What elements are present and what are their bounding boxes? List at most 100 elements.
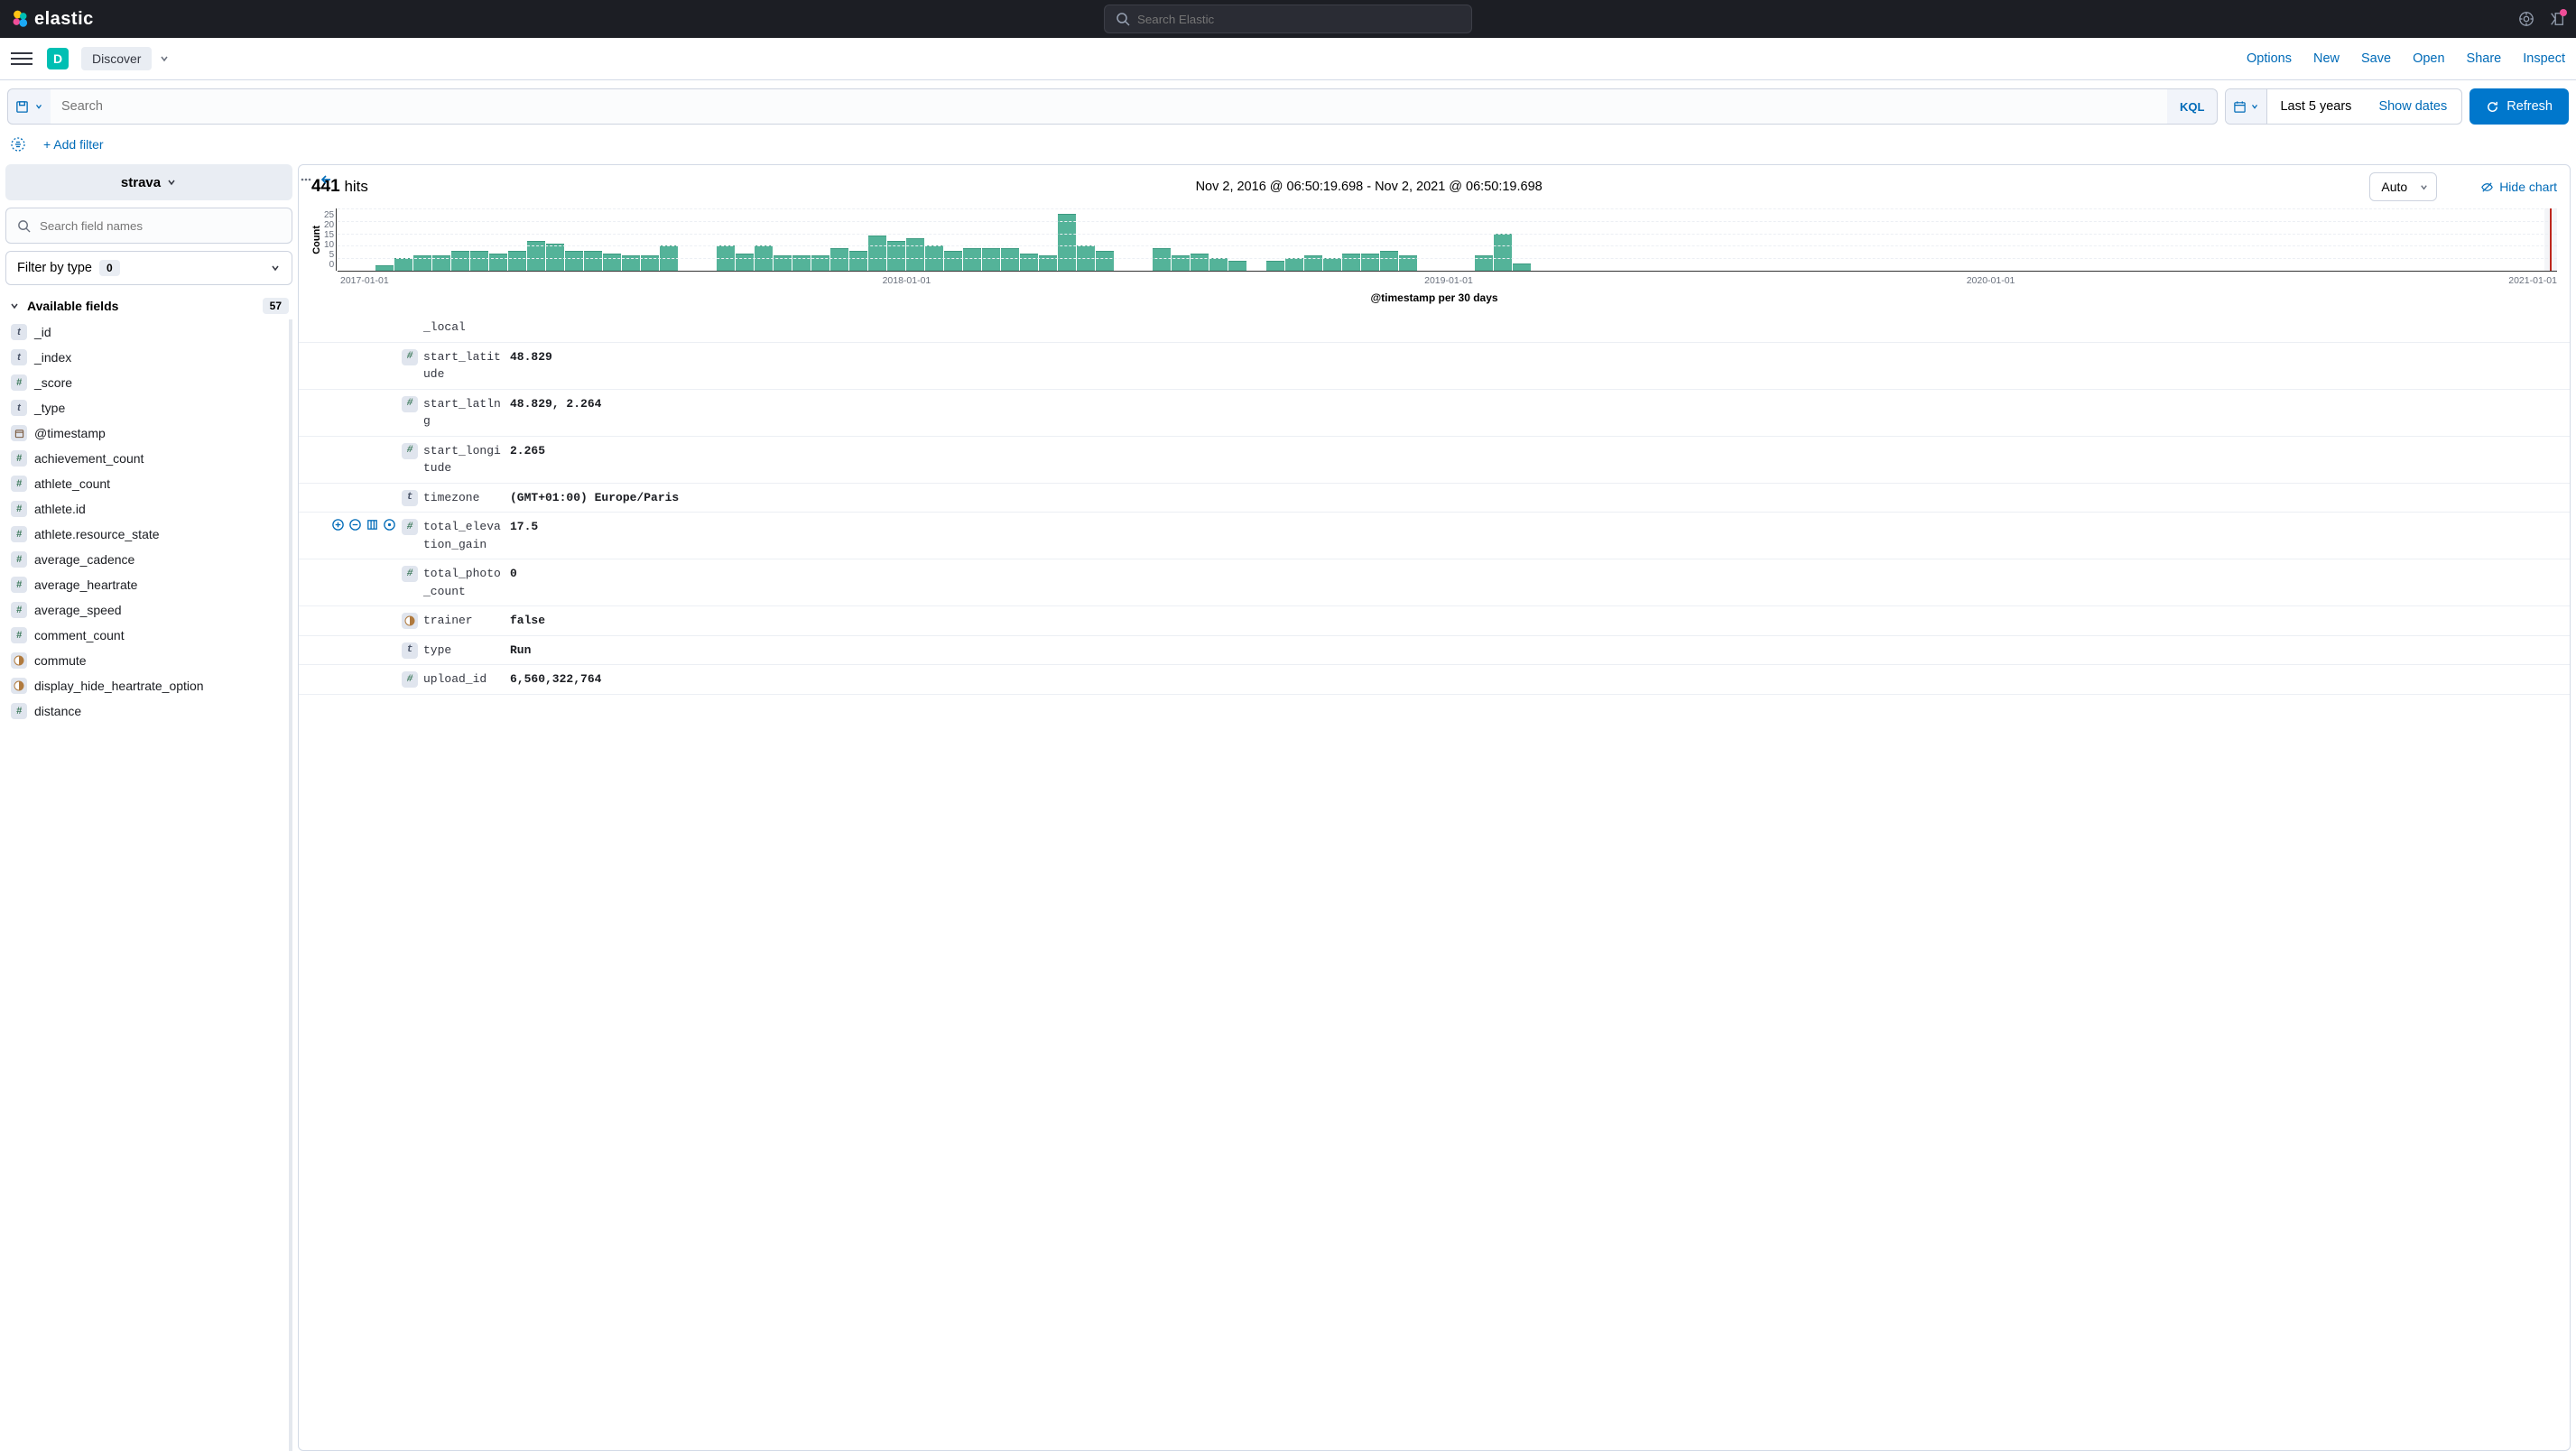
chart-bar[interactable] — [508, 251, 526, 271]
chart-bar[interactable] — [1209, 258, 1228, 271]
newsfeed-icon[interactable] — [2549, 11, 2565, 27]
chart-bar[interactable] — [1001, 248, 1019, 271]
exists-icon[interactable] — [383, 518, 396, 531]
row-actions — [322, 395, 402, 430]
chart-bar[interactable] — [489, 254, 507, 271]
refresh-button[interactable]: Refresh — [2469, 88, 2569, 125]
field-type-icon: t — [402, 642, 418, 660]
chart-bar[interactable] — [470, 251, 488, 271]
chart-bar[interactable] — [1380, 251, 1398, 271]
hide-chart-label: Hide chart — [2499, 180, 2557, 194]
hide-chart-button[interactable]: Hide chart — [2480, 180, 2557, 194]
chart-bar[interactable] — [1494, 234, 1512, 271]
chart-bar[interactable] — [375, 265, 394, 271]
chart-bar[interactable] — [565, 251, 583, 271]
interval-select[interactable]: Auto — [2369, 172, 2437, 201]
chart-bars[interactable] — [338, 208, 2557, 272]
field-key: upload_id — [418, 670, 501, 689]
logo[interactable]: elastic — [11, 9, 94, 30]
chart-bar[interactable] — [1058, 214, 1076, 271]
chart-bar[interactable] — [1096, 251, 1114, 271]
chart-bar[interactable] — [830, 248, 848, 271]
field-item[interactable]: #distance — [5, 698, 285, 724]
field-item[interactable]: commute — [5, 648, 285, 673]
chart-bar[interactable] — [906, 238, 924, 271]
row-actions — [322, 670, 402, 689]
action-new[interactable]: New — [2313, 51, 2340, 66]
chart-bar[interactable] — [546, 244, 564, 271]
collapse-sidebar-icon[interactable] — [320, 173, 332, 186]
chart-bar[interactable] — [1513, 263, 1531, 271]
chart-bar[interactable] — [1020, 254, 1038, 271]
chart-bar[interactable] — [1266, 261, 1284, 271]
filter-by-type[interactable]: Filter by type 0 — [5, 251, 292, 285]
space-selector[interactable]: D — [47, 48, 69, 69]
nav-toggle[interactable] — [11, 52, 32, 65]
chart-bar[interactable] — [451, 251, 469, 271]
chart-bar[interactable] — [849, 251, 867, 271]
chart-bar[interactable] — [944, 251, 962, 271]
chart-bar[interactable] — [963, 248, 981, 271]
field-item[interactable]: #athlete.id — [5, 496, 285, 522]
field-item[interactable]: #average_cadence — [5, 547, 285, 572]
chart-bar[interactable] — [394, 258, 412, 271]
query-bar: KQL Last 5 years Show dates Refresh — [0, 80, 2576, 125]
query-language-toggle[interactable]: KQL — [2167, 88, 2218, 125]
field-item[interactable]: t_id — [5, 319, 285, 345]
index-pattern-selector[interactable]: strava — [5, 164, 292, 200]
action-options[interactable]: Options — [2247, 51, 2292, 66]
chart-bar[interactable] — [1342, 254, 1360, 271]
filter-for-icon[interactable] — [331, 518, 345, 531]
chart-bar[interactable] — [1323, 258, 1341, 271]
app-title-pill[interactable]: Discover — [81, 47, 152, 70]
action-share[interactable]: Share — [2467, 51, 2502, 66]
date-range-display[interactable]: Last 5 years — [2267, 89, 2364, 124]
chart-bar[interactable] — [736, 254, 754, 271]
chart-bar[interactable] — [1228, 261, 1246, 271]
quick-select-button[interactable] — [2226, 89, 2267, 124]
query-input[interactable] — [51, 88, 2167, 125]
field-item[interactable]: #average_heartrate — [5, 572, 285, 597]
field-item[interactable]: #_score — [5, 370, 285, 395]
field-search-input[interactable] — [40, 219, 281, 233]
action-open[interactable]: Open — [2413, 51, 2444, 66]
field-type-icon: t — [402, 489, 418, 507]
chart-bar[interactable] — [1361, 254, 1379, 271]
saved-query-button[interactable] — [7, 88, 51, 125]
chart-bar[interactable] — [1153, 248, 1171, 271]
field-item[interactable]: #achievement_count — [5, 446, 285, 471]
chart-bar[interactable] — [584, 251, 602, 271]
field-item[interactable]: #athlete.resource_state — [5, 522, 285, 547]
field-key: start_latlng — [418, 395, 501, 430]
filter-options-icon[interactable] — [9, 135, 27, 153]
chart-bar[interactable] — [603, 254, 621, 271]
action-save[interactable]: Save — [2361, 51, 2391, 66]
field-item[interactable]: #average_speed — [5, 597, 285, 623]
global-search[interactable] — [1104, 5, 1472, 33]
field-search[interactable] — [5, 208, 292, 244]
field-name: distance — [34, 704, 81, 718]
field-type-icon: # — [402, 518, 418, 553]
help-icon[interactable] — [2518, 11, 2534, 27]
field-item[interactable]: #comment_count — [5, 623, 285, 648]
field-item[interactable]: display_hide_heartrate_option — [5, 673, 285, 698]
show-dates-button[interactable]: Show dates — [2364, 89, 2461, 124]
global-search-input[interactable] — [1137, 13, 1460, 26]
chart-bar[interactable] — [1191, 254, 1209, 271]
field-item[interactable]: t_type — [5, 395, 285, 421]
field-stats-icon[interactable] — [300, 173, 312, 186]
chart-bar[interactable] — [1285, 258, 1303, 271]
toggle-column-icon[interactable] — [366, 518, 379, 531]
filter-out-icon[interactable] — [348, 518, 362, 531]
date-picker: Last 5 years Show dates — [2225, 88, 2462, 125]
field-item[interactable]: #athlete_count — [5, 471, 285, 496]
field-value: Run — [501, 642, 2534, 660]
available-fields-count: 57 — [263, 298, 289, 314]
field-item[interactable]: @timestamp — [5, 421, 285, 446]
field-item[interactable]: t_index — [5, 345, 285, 370]
action-inspect[interactable]: Inspect — [2523, 51, 2565, 66]
available-fields-header[interactable]: Available fields 57 — [5, 292, 292, 319]
add-filter-button[interactable]: + Add filter — [43, 137, 104, 152]
chart-bar[interactable] — [868, 236, 886, 271]
chart-bar[interactable] — [982, 248, 1000, 271]
